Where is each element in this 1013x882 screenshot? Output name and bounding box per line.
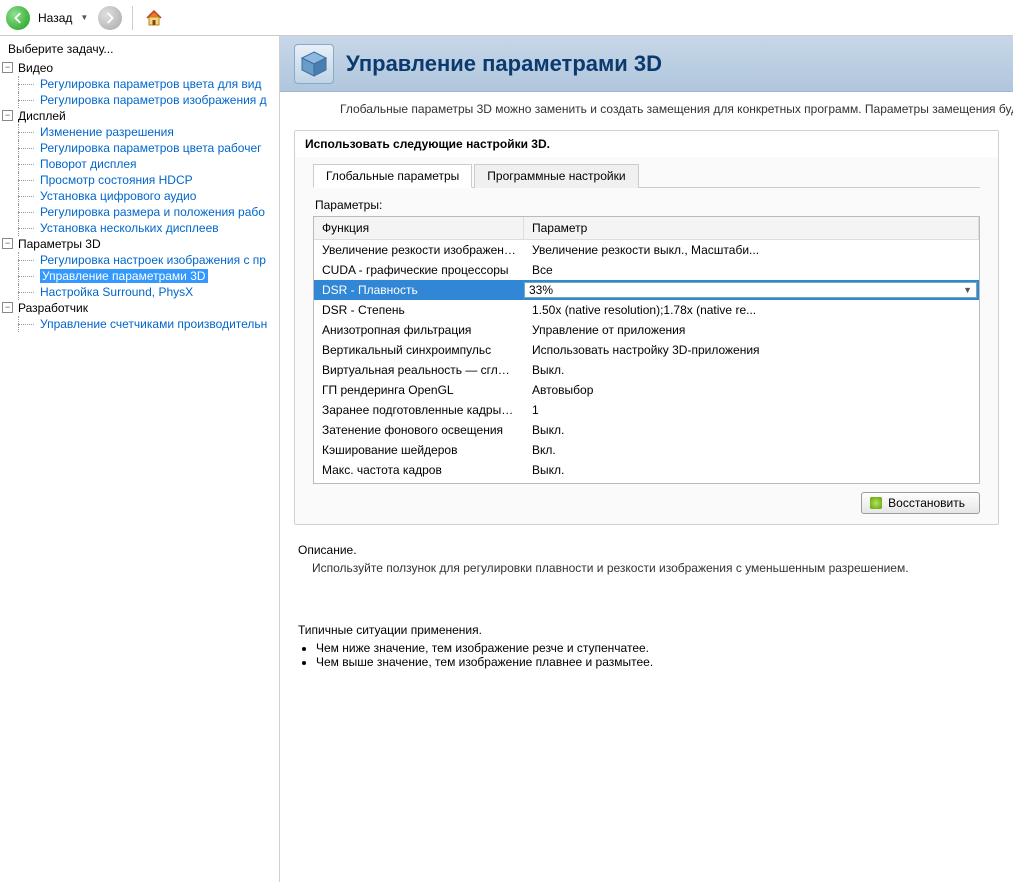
tree-item[interactable]: Установка нескольких дисплеев xyxy=(40,221,219,235)
header-icon xyxy=(294,44,334,84)
table-row[interactable]: Виртуальная реальность — сглаживан...Вык… xyxy=(314,360,979,380)
header-banner: Управление параметрами 3D xyxy=(280,36,1013,92)
tree-category[interactable]: Дисплей xyxy=(0,108,279,124)
cell-parameter: Выкл. xyxy=(524,462,979,478)
usage-section: Типичные ситуации применения. Чем ниже з… xyxy=(280,583,1013,677)
table-row[interactable]: Анизотропная фильтрацияУправление от при… xyxy=(314,320,979,340)
page-description: Глобальные параметры 3D можно заменить и… xyxy=(280,92,1013,126)
table-row[interactable]: DSR - Степень1.50x (native resolution);1… xyxy=(314,300,979,320)
list-item: Чем выше значение, тем изображение плавн… xyxy=(316,655,995,669)
tree-item[interactable]: Изменение разрешения xyxy=(40,125,174,139)
cell-parameter: Автовыбор xyxy=(524,382,979,398)
forward-button[interactable] xyxy=(98,6,122,30)
usage-list: Чем ниже значение, тем изображение резче… xyxy=(316,641,995,669)
tree-category[interactable]: Параметры 3D xyxy=(0,236,279,252)
cell-function: Анизотропная фильтрация xyxy=(314,322,524,338)
cell-function: Макс. частота кадров xyxy=(314,462,524,478)
table-row[interactable]: Кэширование шейдеровВкл. xyxy=(314,440,979,460)
back-button[interactable] xyxy=(6,6,30,30)
params-header: Функция Параметр xyxy=(314,217,979,240)
arrow-right-icon xyxy=(103,11,117,25)
cell-parameter: Выкл. xyxy=(524,422,979,438)
chevron-down-icon: ▼ xyxy=(963,285,972,295)
tabs: Глобальные параметрыПрограммные настройк… xyxy=(313,163,980,188)
task-label: Выберите задачу... xyxy=(0,42,279,60)
tab-program[interactable]: Программные настройки xyxy=(474,164,638,188)
back-dropdown[interactable]: ▼ xyxy=(80,13,88,22)
table-row[interactable]: ГП рендеринга OpenGLАвтовыбор xyxy=(314,380,979,400)
content-area: Управление параметрами 3D Глобальные пар… xyxy=(280,36,1013,882)
column-parameter[interactable]: Параметр xyxy=(524,217,979,239)
cell-function: Увеличение резкости изображения xyxy=(314,242,524,258)
table-row[interactable]: Макс. частота кадровВыкл. xyxy=(314,460,979,480)
cell-function: Затенение фонового освещения xyxy=(314,422,524,438)
table-row[interactable]: Затенение фонового освещенияВыкл. xyxy=(314,420,979,440)
tree-item[interactable]: Регулировка размера и положения рабо xyxy=(40,205,265,219)
cell-function: Кэширование шейдеров xyxy=(314,442,524,458)
tree-item[interactable]: Управление параметрами 3D xyxy=(40,269,208,283)
cell-parameter: Использовать настройку 3D-приложения xyxy=(524,342,979,358)
tree-item[interactable]: Регулировка параметров цвета рабочег xyxy=(40,141,262,155)
cell-parameter: Управление от приложения xyxy=(524,322,979,338)
cell-parameter: Выкл. xyxy=(524,362,979,378)
home-button[interactable] xyxy=(143,7,165,29)
cell-function: DSR - Плавность xyxy=(314,282,524,298)
table-row[interactable]: Вертикальный синхроимпульсИспользовать н… xyxy=(314,340,979,360)
settings-group: Использовать следующие настройки 3D. Гло… xyxy=(294,130,999,525)
cell-parameter: Увеличение резкости выкл., Масштаби... xyxy=(524,242,979,258)
tree-toggle[interactable]: − xyxy=(2,238,13,249)
tree-category[interactable]: Видео xyxy=(0,60,279,76)
cell-parameter: 1 xyxy=(524,402,979,418)
tree-category[interactable]: Разработчик xyxy=(0,300,279,316)
tree-item[interactable]: Регулировка параметров цвета для вид xyxy=(40,77,261,91)
tree-item[interactable]: Поворот дисплея xyxy=(40,157,137,171)
table-row[interactable]: Увеличение резкости изображенияУвеличени… xyxy=(314,240,979,260)
cell-function: ГП рендеринга OpenGL xyxy=(314,382,524,398)
tree-item[interactable]: Регулировка параметров изображения д xyxy=(40,93,267,107)
home-icon xyxy=(144,8,164,28)
cell-function: CUDA - графические процессоры xyxy=(314,262,524,278)
table-row[interactable]: Заранее подготовленные кадры вирту...1 xyxy=(314,400,979,420)
cube-3d-icon xyxy=(298,48,330,80)
description-title: Описание. xyxy=(298,543,995,557)
task-tree: −ВидеоРегулировка параметров цвета для в… xyxy=(0,60,279,332)
page-title: Управление параметрами 3D xyxy=(346,51,662,77)
cell-function: DSR - Степень xyxy=(314,302,524,318)
restore-label: Восстановить xyxy=(888,496,965,510)
description-section: Описание. Используйте ползунок для регул… xyxy=(280,535,1013,583)
nvidia-icon xyxy=(870,497,882,509)
arrow-left-icon xyxy=(11,11,25,25)
tree-item[interactable]: Настройка Surround, PhysX xyxy=(40,285,193,299)
cell-function: Виртуальная реальность — сглаживан... xyxy=(314,362,524,378)
toolbar: Назад ▼ xyxy=(0,0,1013,36)
params-table: Функция Параметр Увеличение резкости изо… xyxy=(313,216,980,484)
table-row[interactable]: DSR - Плавность33%▼ xyxy=(314,280,979,300)
cell-parameter-dropdown[interactable]: 33%▼ xyxy=(524,282,977,298)
cell-function: Вертикальный синхроимпульс xyxy=(314,342,524,358)
tree-item[interactable]: Установка цифрового аудио xyxy=(40,189,196,203)
tab-global[interactable]: Глобальные параметры xyxy=(313,164,472,188)
cell-parameter: Вкл. xyxy=(524,442,979,458)
usage-title: Типичные ситуации применения. xyxy=(298,623,995,637)
restore-button[interactable]: Восстановить xyxy=(861,492,980,514)
cell-parameter: Все xyxy=(524,262,979,278)
tree-item[interactable]: Управление счетчиками производительн xyxy=(40,317,267,331)
params-label: Параметры: xyxy=(315,198,980,212)
tree-item[interactable]: Регулировка настроек изображения с пр xyxy=(40,253,266,267)
cell-parameter: 1.50x (native resolution);1.78x (native … xyxy=(524,302,979,318)
table-row[interactable]: CUDA - графические процессорыВсе xyxy=(314,260,979,280)
tree-toggle[interactable]: − xyxy=(2,302,13,313)
params-body[interactable]: Увеличение резкости изображенияУвеличени… xyxy=(314,240,979,483)
tree-toggle[interactable]: − xyxy=(2,62,13,73)
tree-toggle[interactable]: − xyxy=(2,110,13,121)
sidebar: Выберите задачу... −ВидеоРегулировка пар… xyxy=(0,36,280,882)
back-label: Назад xyxy=(38,11,72,25)
column-function[interactable]: Функция xyxy=(314,217,524,239)
list-item: Чем ниже значение, тем изображение резче… xyxy=(316,641,995,655)
cell-function: Заранее подготовленные кадры вирту... xyxy=(314,402,524,418)
group-title: Использовать следующие настройки 3D. xyxy=(295,131,998,157)
toolbar-separator xyxy=(132,6,133,30)
description-text: Используйте ползунок для регулировки пла… xyxy=(312,561,995,575)
tree-item[interactable]: Просмотр состояния HDCP xyxy=(40,173,193,187)
